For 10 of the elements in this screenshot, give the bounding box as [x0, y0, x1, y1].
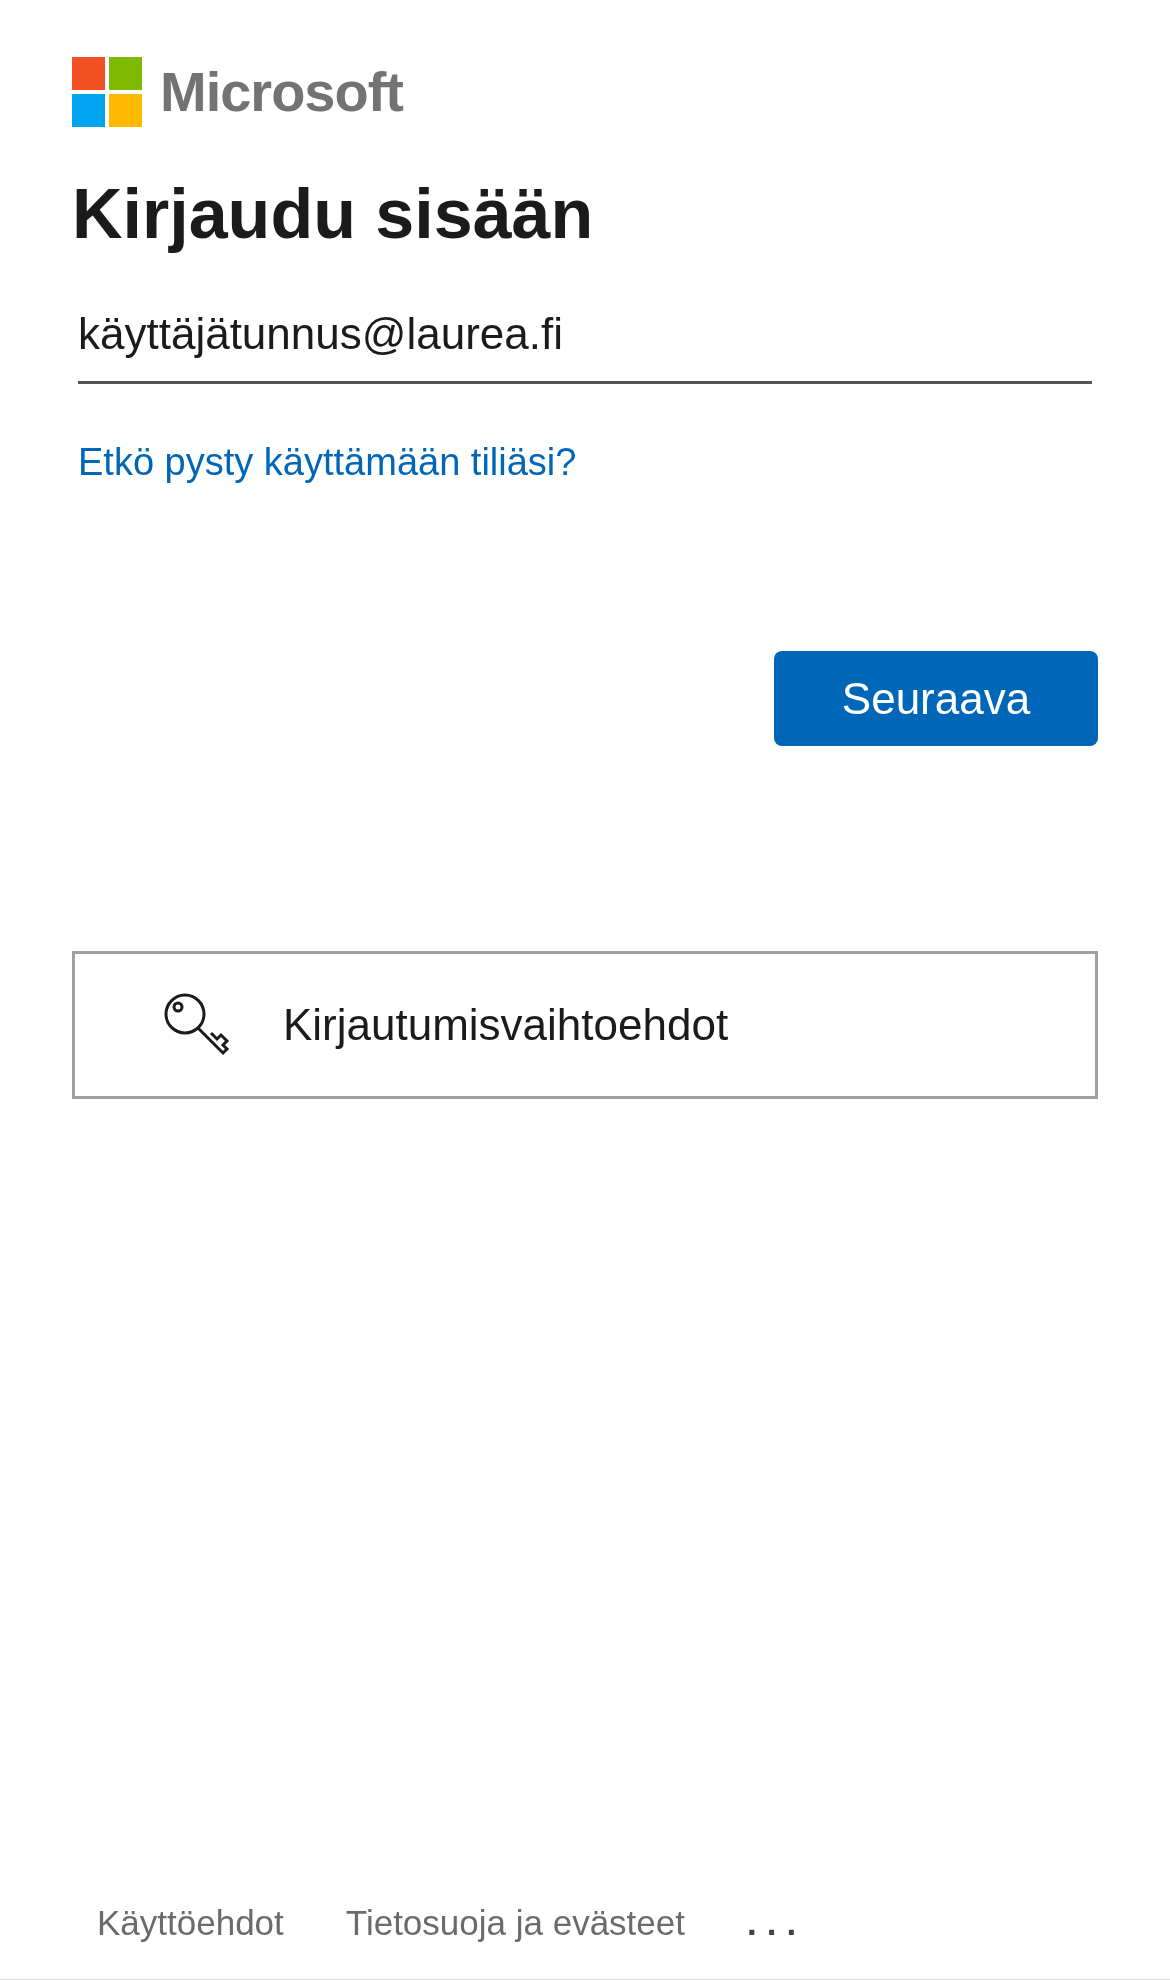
footer-link[interactable]: Käyttöehdot — [97, 1896, 284, 1949]
email-field[interactable]: käyttäjätunnus@laurea.fi — [78, 301, 1092, 384]
logo-text: Microsoft — [160, 64, 403, 120]
more-button[interactable]: ... — [747, 1896, 807, 1949]
footer-link[interactable]: Tietosuoja ja evästeet — [345, 1896, 685, 1949]
signin-options-button[interactable]: Kirjautumisvaihtoehdot — [72, 951, 1098, 1099]
logo-icon — [72, 57, 142, 127]
help-link[interactable]: Etkö pysty käyttämään tiliäsi? — [78, 441, 577, 483]
next-button[interactable]: Seuraava — [774, 651, 1098, 746]
key-icon — [163, 992, 231, 1058]
